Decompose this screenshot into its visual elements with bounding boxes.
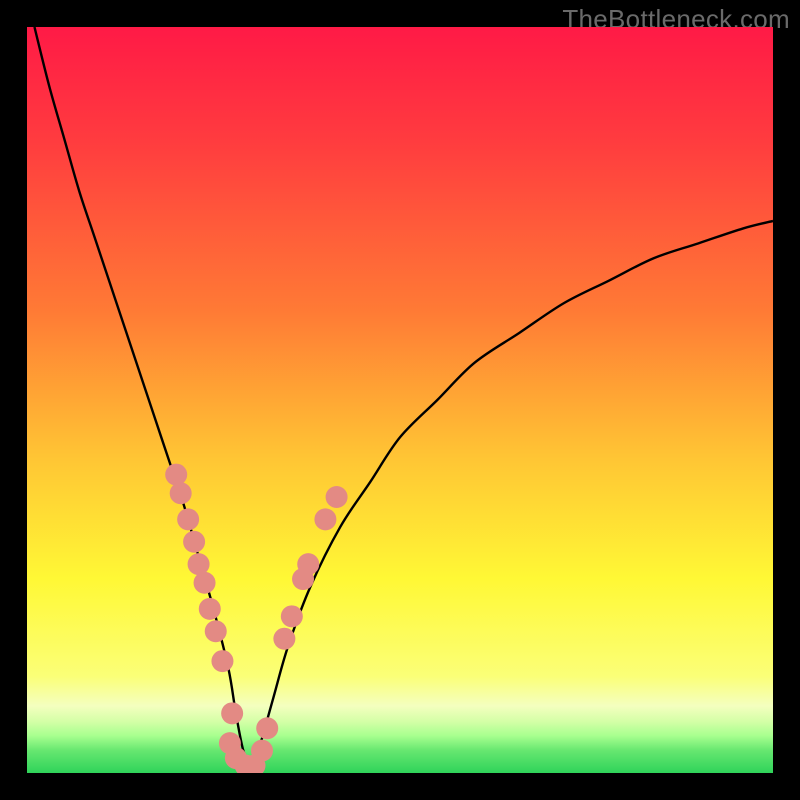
chart-stage: TheBottleneck.com	[0, 0, 800, 800]
curve-marker	[194, 572, 216, 594]
curve-marker	[170, 482, 192, 504]
curve-marker	[314, 508, 336, 530]
plot-area	[27, 27, 773, 773]
curve-marker	[326, 486, 348, 508]
curve-marker	[211, 650, 233, 672]
curve-marker	[183, 531, 205, 553]
curve-markers	[165, 464, 347, 773]
curve-marker	[188, 553, 210, 575]
curve-layer	[27, 27, 773, 773]
curve-marker	[297, 553, 319, 575]
curve-marker	[273, 628, 295, 650]
curve-marker	[221, 702, 243, 724]
curve-marker	[177, 508, 199, 530]
curve-marker	[165, 464, 187, 486]
curve-marker	[281, 605, 303, 627]
curve-marker	[205, 620, 227, 642]
curve-marker	[251, 740, 273, 762]
curve-marker	[256, 717, 278, 739]
bottleneck-curve	[34, 27, 773, 766]
curve-marker	[199, 598, 221, 620]
